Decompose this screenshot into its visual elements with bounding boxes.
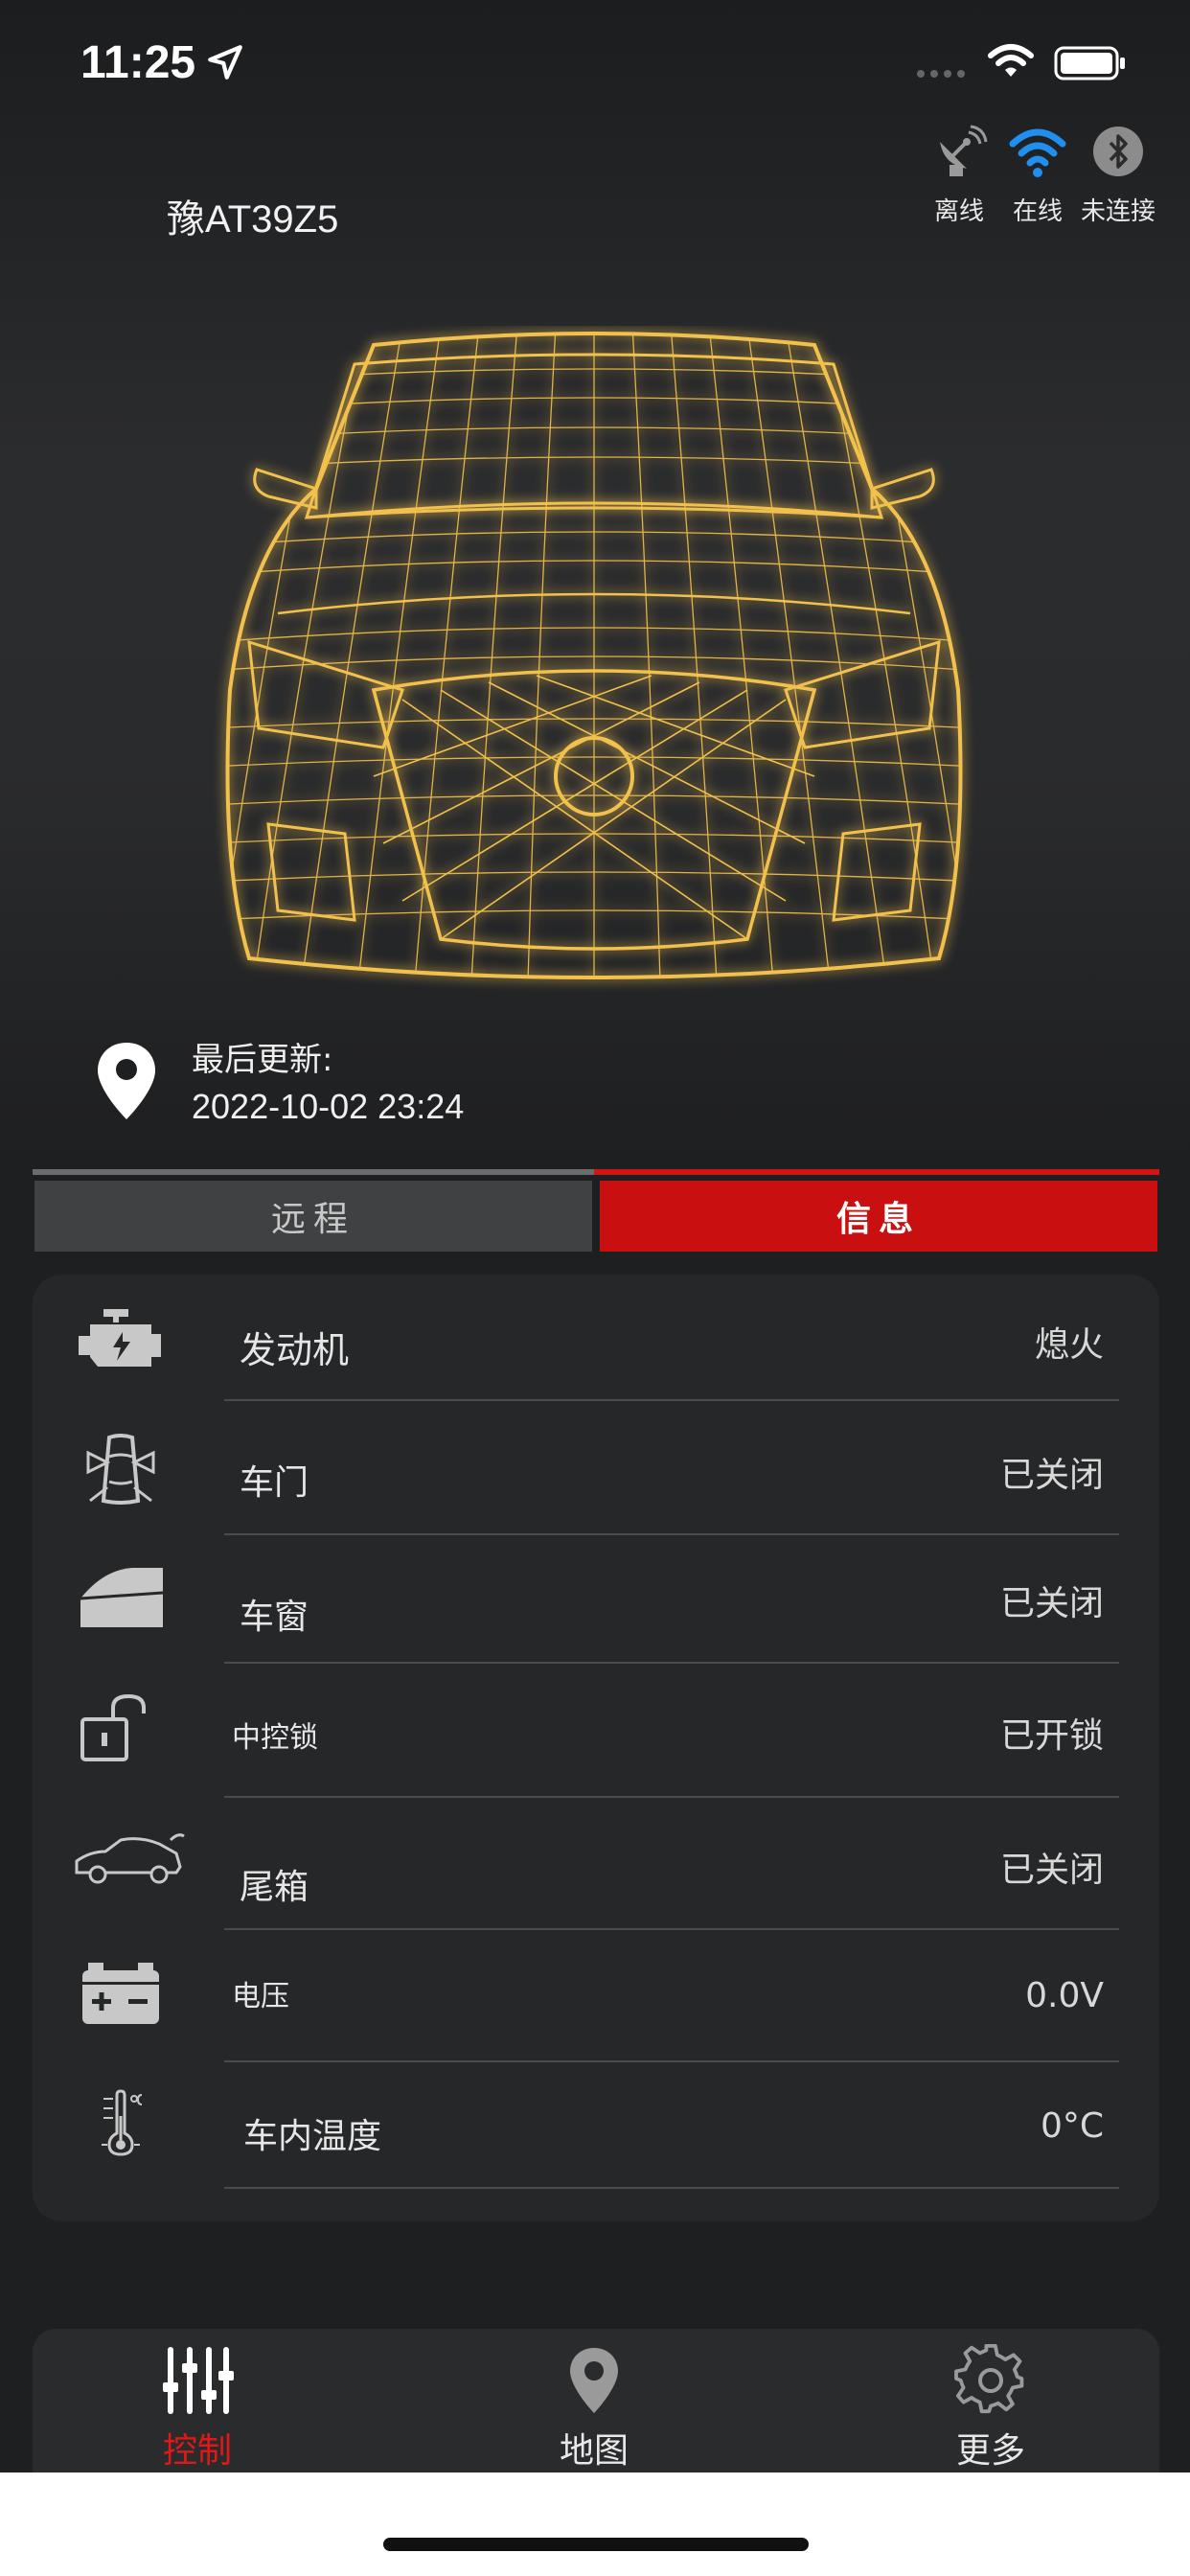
wifi-icon — [1009, 128, 1066, 177]
info-row-window: 车窗 已关闭 — [33, 1537, 1159, 1668]
satellite-status-label: 离线 — [933, 197, 984, 226]
row-divider — [224, 1399, 1119, 1401]
central-lock-value: 已开锁 — [999, 1716, 1104, 1756]
bluetooth-icon — [1093, 126, 1143, 176]
sliders-icon — [163, 2347, 234, 2414]
row-divider — [224, 1928, 1119, 1930]
engine-value: 熄火 — [1034, 1325, 1104, 1365]
trunk-value: 已关闭 — [999, 1851, 1104, 1890]
info-row-trunk: 尾箱 已关闭 — [33, 1800, 1159, 1930]
window-label: 车窗 — [240, 1598, 309, 1637]
satellite-status: 离线 — [918, 123, 1000, 227]
map-pin-icon — [570, 2348, 618, 2413]
bottom-nav: 控制 地图 更多 — [33, 2329, 1159, 2472]
last-update-label: 最后更新: — [192, 1041, 333, 1079]
nav-item-control[interactable]: 控制 — [102, 2329, 293, 2472]
voltage-value: 0.0V — [1025, 1976, 1104, 2015]
wifi-status-icon — [988, 44, 1034, 77]
status-bar: 11:25 — [0, 0, 1190, 129]
tab-remote[interactable]: 远程 — [34, 1181, 592, 1252]
window-value: 已关闭 — [999, 1584, 1104, 1623]
nav-item-map[interactable]: 地图 — [498, 2329, 690, 2472]
nav-label-control: 控制 — [162, 2431, 232, 2471]
home-indicator[interactable] — [383, 2538, 809, 2551]
cellular-signal-icon — [917, 70, 965, 78]
engine-label: 发动机 — [240, 1329, 350, 1371]
voltage-label: 电压 — [232, 1980, 289, 2013]
info-row-voltage: 电压 0.0V — [33, 1932, 1159, 2062]
tab-info-indicator — [594, 1169, 1159, 1175]
row-divider — [224, 2187, 1119, 2189]
location-arrow-icon — [208, 45, 242, 80]
car-trunk-icon — [75, 1833, 185, 1884]
cabin-temperature-label: 车内温度 — [243, 2117, 382, 2156]
bluetooth-status: 未连接 — [1077, 123, 1159, 227]
bluetooth-status-label: 未连接 — [1080, 197, 1156, 226]
network-status-label: 在线 — [1012, 197, 1063, 226]
nav-label-map: 地图 — [559, 2431, 629, 2471]
location-pin-icon — [98, 1043, 155, 1119]
info-row-door: 车门 已关闭 — [33, 1405, 1159, 1535]
license-plate: 豫AT39Z5 — [167, 198, 339, 241]
home-indicator-area — [0, 2472, 1190, 2576]
car-window-icon — [80, 1568, 164, 1627]
car-wireframe-image — [225, 332, 963, 979]
satellite-icon — [940, 125, 988, 176]
door-value: 已关闭 — [999, 1456, 1104, 1495]
nav-item-more[interactable]: 更多 — [895, 2329, 1087, 2472]
central-lock-label: 中控锁 — [232, 1721, 318, 1755]
trunk-label: 尾箱 — [240, 1868, 309, 1907]
app-screen: 11:25 豫AT39Z5 离线 在线 未连接 最后更新: 2022-10-02… — [0, 0, 1190, 2576]
row-divider — [224, 1796, 1119, 1798]
gear-icon — [954, 2344, 1024, 2414]
network-status: 在线 — [996, 123, 1079, 227]
engine-icon — [79, 1309, 161, 1367]
info-row-central-lock: 中控锁 已开锁 — [33, 1668, 1159, 1798]
door-label: 车门 — [240, 1463, 309, 1503]
last-update-time: 2022-10-02 23:24 — [192, 1087, 465, 1126]
unlocked-padlock-icon — [80, 1693, 146, 1761]
vehicle-info-card: 发动机 熄火 车门 已关闭 车窗 已关闭 中控锁 已开锁 尾箱 已关闭 电压 0… — [33, 1275, 1159, 2221]
car-door-icon — [86, 1434, 155, 1505]
tab-remote-indicator — [33, 1169, 594, 1175]
thermometer-icon — [102, 2089, 143, 2156]
tab-info[interactable]: 信息 — [600, 1181, 1157, 1252]
battery-icon — [82, 1963, 159, 2024]
segment-tabs: 远程 信息 — [33, 1169, 1159, 1252]
row-divider — [224, 2060, 1119, 2062]
info-row-cabin-temperature: 车内温度 0°C — [33, 2064, 1159, 2195]
info-row-engine: 发动机 熄火 — [33, 1275, 1159, 1405]
row-divider — [224, 1662, 1119, 1664]
cabin-temperature-value: 0°C — [1040, 2106, 1104, 2146]
status-time: 11:25 — [80, 37, 196, 88]
row-divider — [224, 1533, 1119, 1535]
battery-status-icon — [1054, 46, 1125, 80]
nav-label-more: 更多 — [955, 2431, 1025, 2471]
